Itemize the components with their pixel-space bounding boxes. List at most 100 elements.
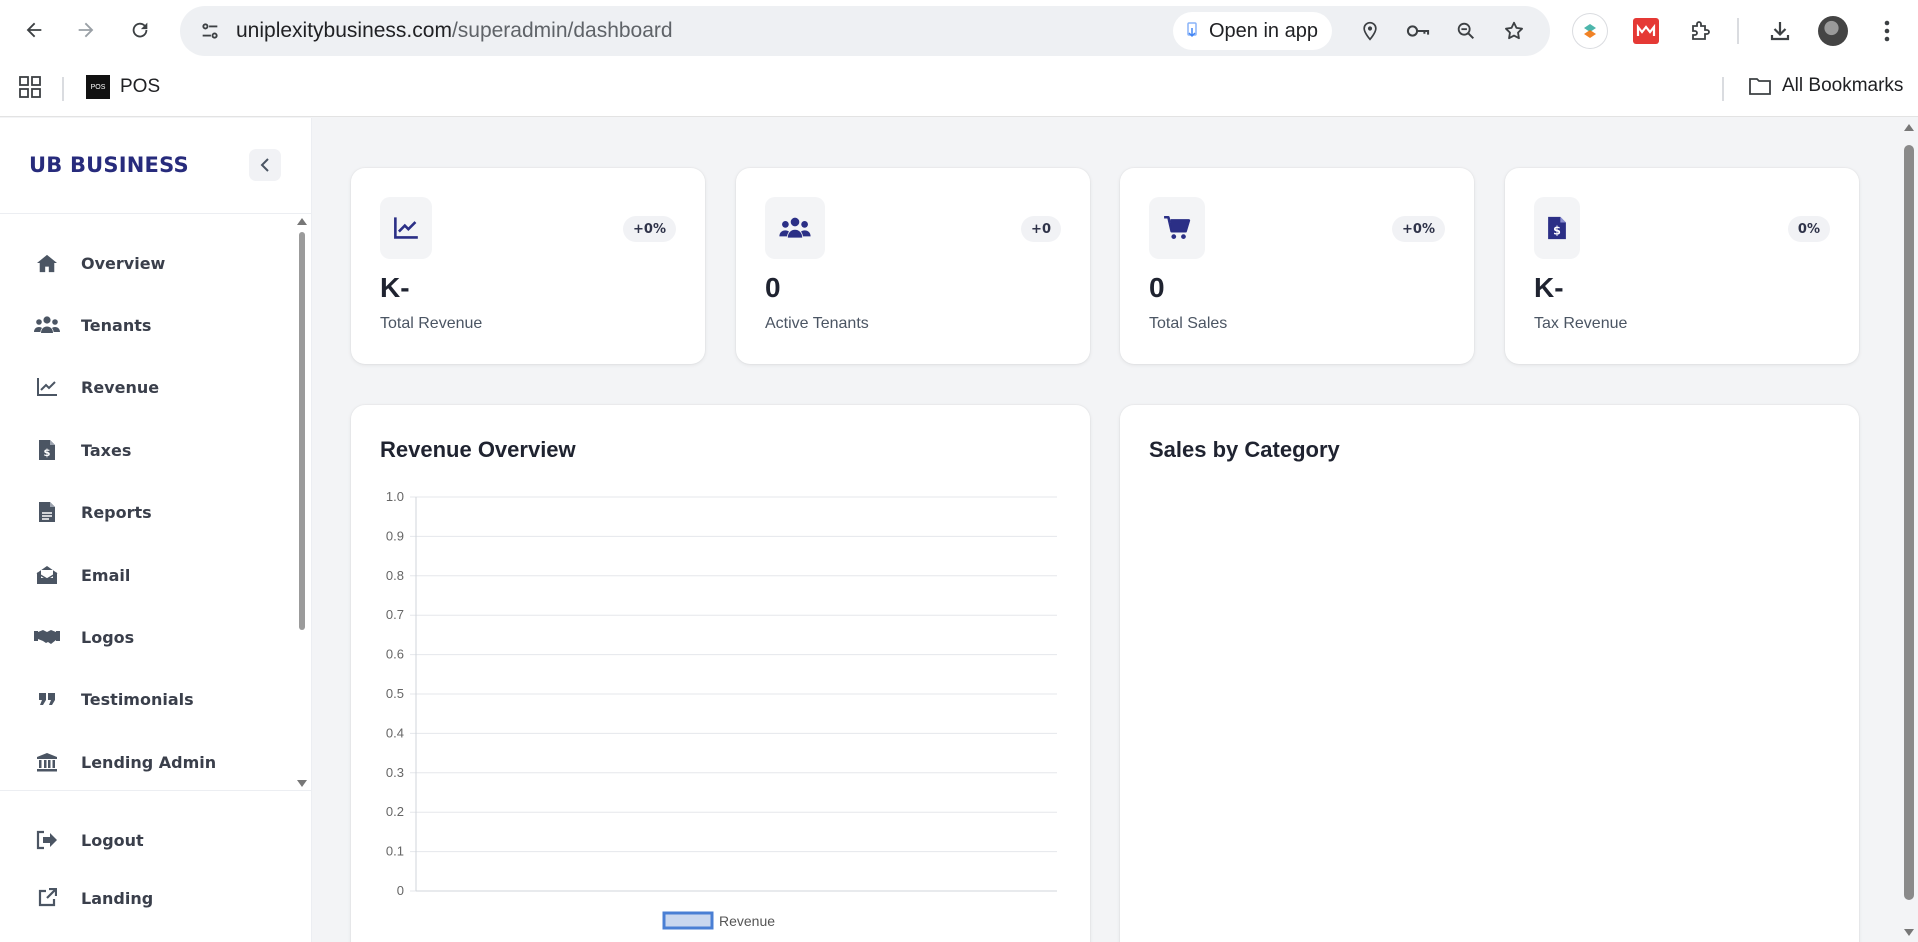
bookmark-pos[interactable]: POS POS — [86, 75, 160, 99]
users-icon — [779, 217, 811, 238]
scroll-down-arrow-icon[interactable] — [297, 780, 307, 787]
file-icon — [34, 500, 60, 524]
stat-icon-box: $ — [1534, 197, 1580, 259]
page-scroll-up-icon[interactable] — [1904, 124, 1914, 131]
all-bookmarks-button[interactable]: All Bookmarks — [1748, 75, 1903, 97]
sidebar-divider — [0, 213, 312, 214]
reload-icon — [132, 22, 148, 38]
sidebar-scroll-thumb[interactable] — [299, 232, 305, 630]
location-icon[interactable] — [1352, 13, 1388, 49]
forward-button[interactable] — [68, 12, 104, 48]
sidebar-item-logos[interactable]: Logos — [0, 614, 290, 660]
brand-logo[interactable]: UB BUSINESS — [29, 153, 189, 177]
sidebar-item-label: Overview — [81, 254, 166, 273]
sidebar-item-label: Email — [81, 566, 131, 585]
sidebar-collapse-button[interactable] — [249, 149, 281, 181]
sidebar-item-taxes[interactable]: $ Taxes — [0, 427, 290, 473]
app-download-icon — [1187, 22, 1197, 38]
pos-favicon-text: POS — [90, 83, 106, 91]
sidebar-item-email[interactable]: Email — [0, 552, 290, 598]
sidebar-item-landing[interactable]: Landing — [0, 875, 290, 921]
toolbar-divider — [1737, 18, 1739, 44]
stat-label: Tax Revenue — [1534, 315, 1628, 332]
extensions-puzzle-icon[interactable] — [1681, 12, 1719, 50]
y-tick-label: 1.0 — [386, 489, 404, 504]
sidebar-item-label: Testimonials — [81, 690, 194, 709]
sidebar-item-revenue[interactable]: Revenue — [0, 364, 290, 410]
page-scroll-thumb[interactable] — [1904, 145, 1914, 900]
page-scroll-down-icon[interactable] — [1904, 929, 1914, 936]
stat-icon-box — [765, 197, 825, 259]
profile-avatar[interactable] — [1814, 12, 1852, 50]
file-invoice-dollar-icon: $ — [1548, 216, 1566, 240]
y-tick-label: 0.9 — [386, 528, 404, 543]
stat-value: 0 — [765, 272, 781, 303]
bookmarks-bar: POS POS All Bookmarks — [0, 62, 1918, 117]
users-icon — [34, 313, 60, 337]
home-icon — [34, 251, 60, 275]
scroll-up-arrow-icon[interactable] — [297, 218, 307, 225]
stat-card-total-sales[interactable]: +0% 0 Total Sales — [1120, 168, 1474, 364]
bookmark-star-icon[interactable] — [1496, 13, 1532, 49]
url-text[interactable]: uniplexitybusiness.com/superadmin/dashbo… — [236, 19, 673, 43]
open-in-app-label: Open in app — [1209, 19, 1318, 42]
stat-badge: +0% — [623, 216, 676, 242]
open-in-app-button[interactable]: Open in app — [1173, 12, 1332, 50]
sales-by-category-title: Sales by Category — [1149, 437, 1340, 462]
stat-value: K- — [1534, 272, 1564, 303]
sidebar-item-logout[interactable]: Logout — [0, 817, 290, 863]
y-tick-label: 0.4 — [386, 725, 404, 740]
sidebar-item-label: Taxes — [81, 441, 132, 460]
site-info-icon[interactable] — [192, 13, 228, 49]
bookmark-pos-label: POS — [120, 76, 161, 97]
y-tick-label: 0.3 — [386, 765, 404, 780]
cart-icon — [1164, 215, 1191, 239]
zoom-out-icon[interactable] — [1448, 13, 1484, 49]
extension-1-icon[interactable] — [1571, 12, 1609, 50]
svg-text:$: $ — [44, 448, 51, 459]
reload-button[interactable] — [122, 12, 158, 48]
sidebar-item-label: Tenants — [81, 316, 152, 335]
y-tick-label: 0.6 — [386, 647, 404, 662]
browser-toolbar: uniplexitybusiness.com/superadmin/dashbo… — [0, 0, 1918, 62]
pos-favicon: POS — [86, 75, 110, 99]
downloads-icon[interactable] — [1761, 12, 1799, 50]
sidebar-item-label: Lending Admin — [81, 753, 217, 772]
url-host: uniplexitybusiness.com — [236, 19, 452, 42]
stat-card-tax-revenue[interactable]: $ 0% K- Tax Revenue — [1505, 168, 1859, 364]
sidebar-item-label: Logos — [81, 628, 135, 647]
extension-2-icon[interactable] — [1627, 12, 1665, 50]
sales-by-category-card: Sales by Category — [1120, 405, 1859, 942]
logout-icon — [34, 828, 60, 852]
bookmark-separator — [62, 77, 64, 101]
y-tick-label: 0.1 — [386, 844, 404, 859]
back-button[interactable] — [16, 12, 52, 48]
legend-label: Revenue — [719, 913, 775, 929]
sidebar-item-tenants[interactable]: Tenants — [0, 302, 290, 348]
url-path: /superadmin/dashboard — [451, 19, 673, 42]
arrow-left-icon — [26, 22, 42, 38]
sidebar-item-lending-admin[interactable]: Lending Admin — [0, 739, 290, 785]
revenue-chart[interactable]: 1.0 0.9 0.8 0.7 0.6 0.5 0.4 0.3 0.2 0.1 0 Revenue — [351, 405, 1090, 942]
key-icon[interactable] — [1400, 13, 1436, 49]
y-tick-label: 0.2 — [386, 804, 404, 819]
y-tick-label: 0.7 — [386, 607, 404, 622]
all-bookmarks-label: All Bookmarks — [1782, 75, 1904, 96]
chart-line-icon — [394, 217, 418, 239]
sidebar-item-reports[interactable]: Reports — [0, 489, 290, 535]
y-tick-label: 0.5 — [386, 686, 404, 701]
stat-label: Total Sales — [1149, 315, 1228, 332]
stat-badge: +0 — [1021, 216, 1061, 242]
sidebar: UB BUSINESS Overview Tenants Revenue $ T… — [0, 118, 312, 942]
revenue-overview-card: Revenue Overview 1.0 0.9 0.8 0.7 0.6 0.5 0.4 0.… — [351, 405, 1090, 942]
y-tick-label: 0 — [397, 883, 404, 898]
sidebar-item-overview[interactable]: Overview — [0, 240, 290, 286]
sidebar-item-testimonials[interactable]: Testimonials — [0, 676, 290, 722]
stat-card-total-revenue[interactable]: +0% K- Total Revenue — [351, 168, 705, 364]
browser-menu-icon[interactable] — [1868, 12, 1906, 50]
chevron-left-icon — [260, 158, 269, 172]
stat-card-active-tenants[interactable]: +0 0 Active Tenants — [736, 168, 1090, 364]
address-bar[interactable]: uniplexitybusiness.com/superadmin/dashbo… — [180, 6, 1550, 56]
apps-grid-icon[interactable] — [18, 75, 42, 104]
handshake-icon — [34, 625, 60, 649]
